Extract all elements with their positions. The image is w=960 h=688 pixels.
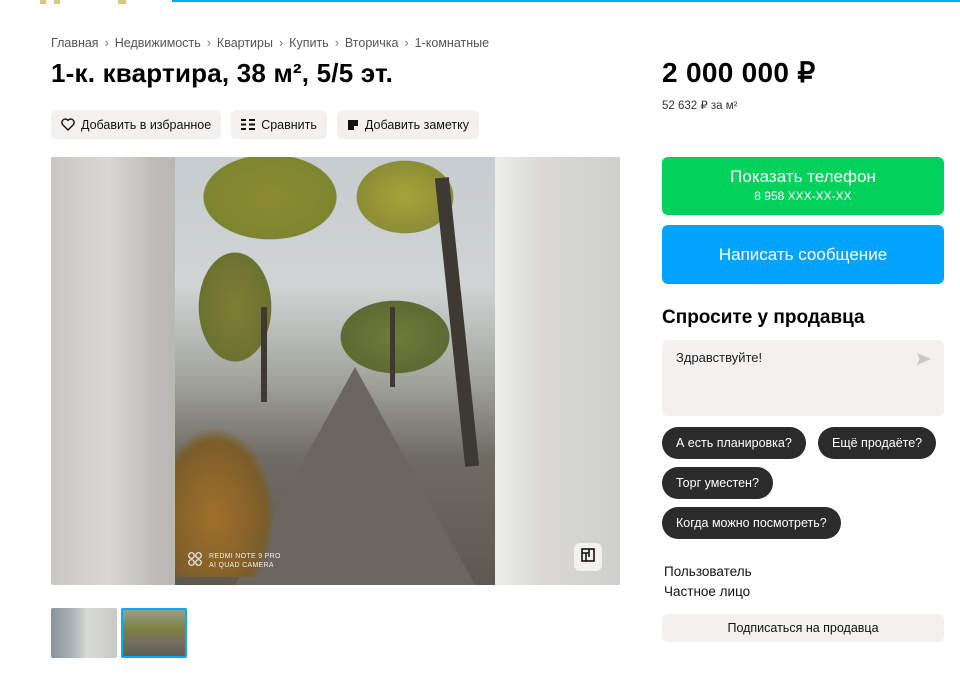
floor-plan-button[interactable] [574,543,602,571]
breadcrumb-separator: › [104,36,109,50]
compare-icon [241,118,256,131]
camera-logo-icon [187,551,203,570]
show-phone-button[interactable]: Показать телефон 8 958 XXX-XX-XX [662,157,944,215]
price-per-sqm: 52 632 ₽ за м² [662,100,738,112]
breadcrumb: Главная › Недвижимость › Квартиры › Купи… [51,36,489,50]
photo-gallery[interactable]: REDMI NOTE 9 PRO AI QUAD CAMERA [51,157,620,585]
listing-actions: Добавить в избранное Сравнить Добавить з… [51,110,480,139]
seller-info: Пользователь Частное лицо [664,562,752,602]
subscribe-seller-button[interactable]: Подписаться на продавца [662,614,944,642]
breadcrumb-one-room[interactable]: 1-комнатные [415,36,489,50]
photo-trunk [390,307,395,387]
ask-seller-title: Спросите у продавца [662,307,865,328]
seller-type: Частное лицо [664,584,751,599]
add-to-favorites-label: Добавить в избранное [81,117,212,132]
floor-plan-icon [581,547,595,567]
send-icon[interactable] [916,352,932,371]
logo-fragment [40,0,130,4]
add-to-favorites-button[interactable]: Добавить в избранное [51,110,222,139]
chip-layout-question[interactable]: А есть планировка? [662,427,806,459]
compare-label: Сравнить [261,117,317,132]
seller-name[interactable]: Пользователь [664,562,752,582]
add-note-label: Добавить заметку [364,117,470,132]
breadcrumb-buy[interactable]: Купить [289,36,329,50]
ask-seller-input[interactable] [676,350,906,365]
thumbnail-2-selected[interactable] [121,608,187,658]
breadcrumb-separator: › [278,36,284,50]
chip-bargain[interactable]: Торг уместен? [662,467,773,499]
header-divider [172,0,960,2]
breadcrumb-apartments[interactable]: Квартиры [217,36,273,50]
chip-viewing-time[interactable]: Когда можно посмотреть? [662,507,841,539]
camera-model: REDMI NOTE 9 PRO [209,552,281,560]
show-phone-label: Показать телефон [730,167,876,186]
note-icon [347,119,359,131]
ask-seller-box [662,340,944,416]
camera-watermark: REDMI NOTE 9 PRO AI QUAD CAMERA [187,551,281,570]
breadcrumb-home[interactable]: Главная [51,36,99,50]
thumbnail-1[interactable] [51,608,117,658]
write-message-button[interactable]: Написать сообщение [662,225,944,284]
chip-still-selling[interactable]: Ещё продаёте? [818,427,937,459]
breadcrumb-real-estate[interactable]: Недвижимость [115,36,201,50]
breadcrumb-separator: › [404,36,409,50]
breadcrumb-separator: › [334,36,339,50]
top-strip [0,0,960,8]
add-note-button[interactable]: Добавить заметку [336,110,480,139]
photo-trunk [261,307,267,402]
thumbnail-strip [51,608,187,658]
compare-button[interactable]: Сравнить [231,110,327,139]
price-total: 2 000 000 ₽ [662,57,816,88]
breadcrumb-separator: › [206,36,211,50]
breadcrumb-secondary[interactable]: Вторичка [345,36,399,50]
heart-icon [61,118,75,131]
phone-masked: 8 958 XXX-XX-XX [754,189,852,203]
listing-photo[interactable]: REDMI NOTE 9 PRO AI QUAD CAMERA [175,157,495,585]
camera-type: AI QUAD CAMERA [209,561,274,569]
page-title: 1-к. квартира, 38 м², 5/5 эт. [51,58,394,88]
